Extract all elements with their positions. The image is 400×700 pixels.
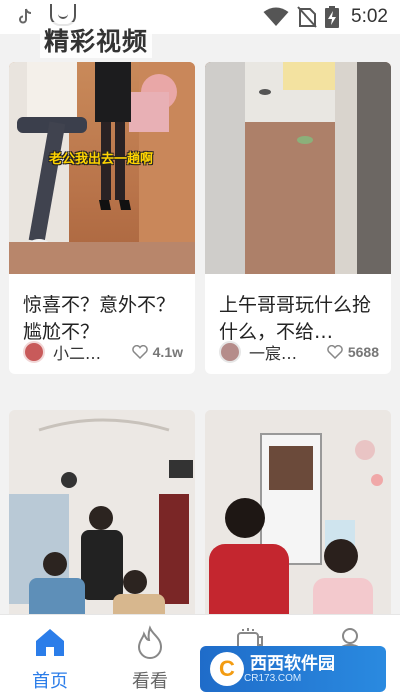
nav-item-watch[interactable]: 看看 [100, 615, 200, 700]
system-status-icons: 5:02 [263, 6, 388, 28]
video-card[interactable] [9, 410, 195, 614]
nav-label-watch: 看看 [132, 671, 168, 692]
card-meta: 小二… 4.1w [9, 330, 195, 374]
video-thumbnail[interactable] [205, 62, 391, 274]
wifi-icon [263, 7, 289, 26]
video-thumbnail[interactable] [9, 410, 195, 614]
battery-charging-icon [325, 6, 340, 28]
flame-icon [137, 625, 163, 659]
author-name[interactable]: 小二… [53, 340, 109, 364]
like-count[interactable]: 5688 [327, 344, 379, 360]
status-bar: 5:02 [0, 0, 400, 34]
watermark-subtext: CR173.COM [244, 672, 302, 684]
video-card[interactable]: 老公我出去一趟啊 惊喜不？意外不？尴尬不？ 小二… 4.1w [9, 62, 195, 374]
watermark-logo: C [210, 652, 244, 686]
no-sim-icon [297, 6, 317, 28]
thumbnail-scene [9, 410, 195, 614]
watermark-text: 西西软件园 [250, 653, 335, 674]
thumbnail-subtitle: 老公我出去一趟啊 [49, 152, 154, 167]
heart-icon [327, 345, 343, 359]
author-avatar[interactable] [23, 341, 45, 363]
video-thumbnail[interactable] [205, 410, 391, 614]
thumbnail-scene [9, 62, 195, 274]
like-count[interactable]: 4.1w [131, 344, 183, 360]
tiktok-notification-icon [19, 8, 32, 24]
status-time: 5:02 [351, 6, 388, 27]
like-count-value: 5688 [347, 344, 379, 360]
home-icon [36, 629, 64, 656]
video-thumbnail[interactable]: 老公我出去一趟啊 [9, 62, 195, 274]
nav-label-home: 首页 [32, 671, 68, 692]
site-watermark: C 西西软件园 CR173.COM [200, 646, 386, 692]
nav-item-home[interactable]: 首页 [0, 615, 100, 700]
thumbnail-scene [205, 62, 391, 274]
like-count-value: 4.1w [152, 344, 183, 360]
heart-icon [131, 345, 148, 359]
watermark-text-block: 西西软件园 CR173.COM [244, 655, 335, 684]
thumbnail-scene [205, 410, 391, 614]
video-card[interactable]: 上午哥哥玩什么抢什么，不给… 一宸… 5688 [205, 62, 391, 374]
card-meta: 一宸… 5688 [205, 330, 391, 374]
author-avatar[interactable] [219, 341, 241, 363]
video-card[interactable] [205, 410, 391, 614]
video-feed[interactable]: 老公我出去一趟啊 惊喜不？意外不？尴尬不？ 小二… 4.1w 上午哥哥玩什么抢什… [0, 62, 400, 614]
author-name[interactable]: 一宸… [249, 340, 305, 364]
